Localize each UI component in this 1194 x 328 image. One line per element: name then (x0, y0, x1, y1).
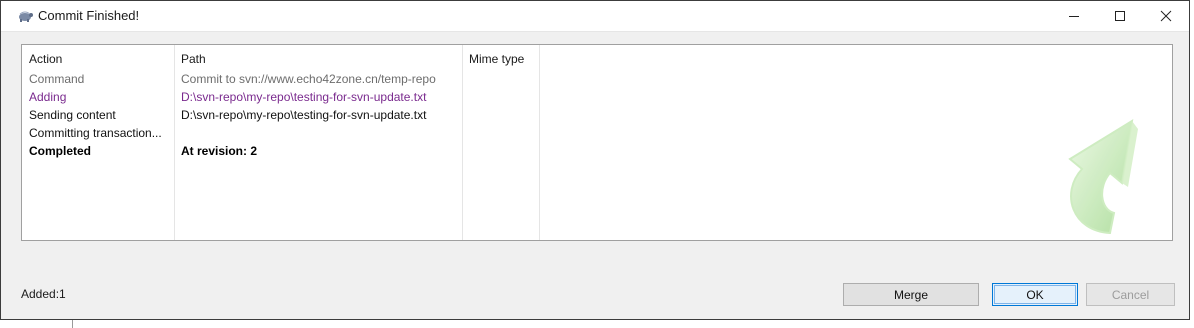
row-action: Committing transaction... (29, 126, 162, 140)
row-path: Commit to svn://www.echo42zone.cn/temp-r… (181, 72, 436, 86)
column-header-action[interactable]: Action (29, 52, 62, 66)
column-header-path[interactable]: Path (181, 52, 206, 66)
row-action: Adding (29, 90, 67, 104)
cancel-button[interactable]: Cancel (1086, 283, 1175, 306)
column-divider (539, 45, 540, 240)
row-path: At revision: 2 (181, 144, 258, 158)
close-button[interactable] (1143, 1, 1189, 31)
commit-results-list[interactable]: Action Path Mime type Command Commit to … (21, 44, 1173, 241)
merge-button[interactable]: Merge (843, 283, 979, 306)
row-action: Command (29, 72, 85, 86)
maximize-button[interactable] (1097, 1, 1143, 31)
row-action: Sending content (29, 108, 116, 122)
title-bar[interactable]: Commit Finished! (1, 1, 1189, 32)
close-icon (1160, 10, 1172, 22)
row-action: Completed (29, 144, 92, 158)
commit-finished-dialog: Commit Finished! Action Path Mime type C… (0, 0, 1190, 320)
column-divider (462, 45, 463, 240)
tortoise-app-icon (16, 8, 34, 24)
maximize-icon (1115, 11, 1125, 21)
commit-arrow-graphic (1052, 113, 1170, 240)
background-window-edge (72, 320, 1194, 328)
ok-button-label: OK (1026, 287, 1044, 302)
minimize-icon (1069, 16, 1079, 17)
status-added-count: Added:1 (21, 287, 66, 301)
minimize-button[interactable] (1051, 1, 1097, 31)
window-title: Commit Finished! (38, 8, 140, 23)
row-path: D:\svn-repo\my-repo\testing-for-svn-upda… (181, 108, 427, 122)
row-path: D:\svn-repo\my-repo\testing-for-svn-upda… (181, 90, 427, 104)
column-header-mime-type[interactable]: Mime type (469, 52, 524, 66)
ok-button[interactable]: OK (992, 283, 1078, 306)
column-divider (174, 45, 175, 240)
